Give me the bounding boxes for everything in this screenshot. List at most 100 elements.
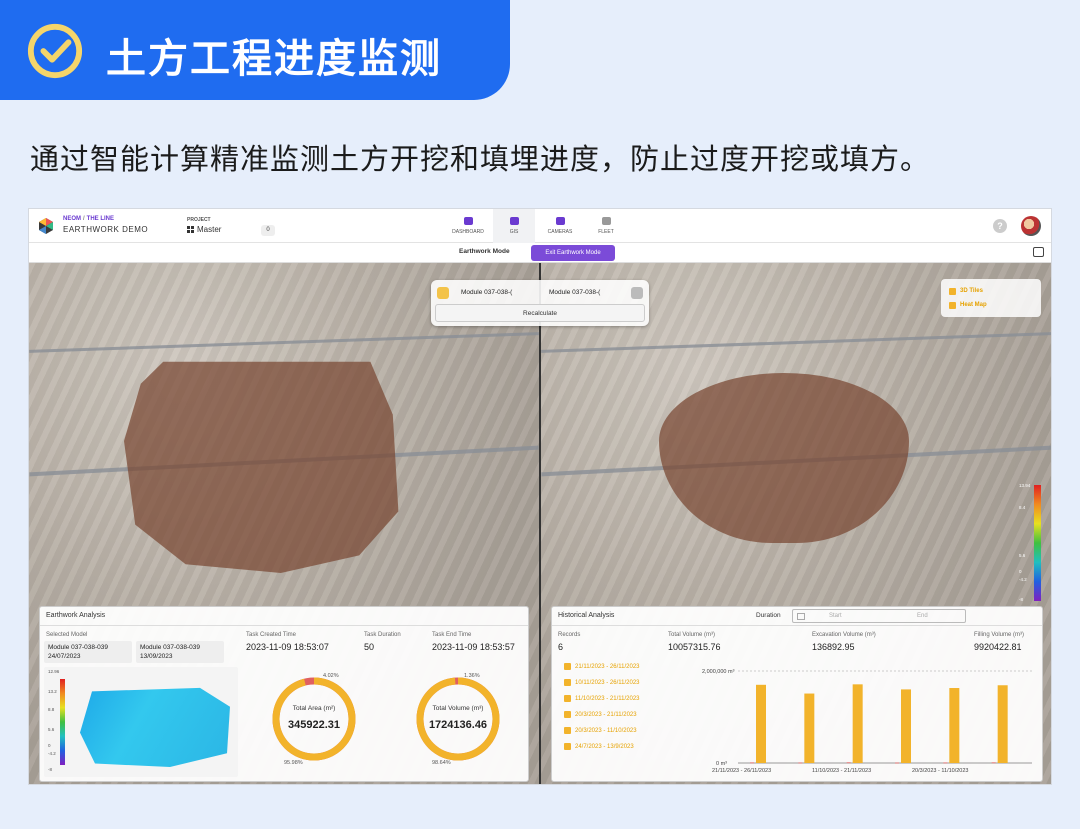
bar[interactable] [756, 684, 766, 763]
record-item[interactable]: 24/7/2023 - 13/9/2023 [564, 743, 634, 750]
bar[interactable] [949, 688, 960, 763]
earthwork-analysis-panel: Earthwork Analysis Selected Model Module… [39, 606, 529, 782]
record-item[interactable]: 20/3/2023 - 11/10/2023 [564, 727, 637, 734]
record-item[interactable]: 10/11/2023 - 26/11/2023 [564, 679, 640, 686]
tab-fleet[interactable]: FLEET [585, 209, 627, 243]
legend-tick: 5.6 [48, 727, 55, 732]
toggle-heat-map[interactable]: Heat Map [949, 298, 1033, 312]
elevation-legend [1034, 485, 1041, 601]
excavation-label: Excavation Volume (m³) [812, 632, 876, 638]
record-item[interactable]: 20/3/2023 - 21/11/2023 [564, 711, 637, 718]
preview-legend [60, 679, 65, 765]
panel-title: Historical Analysis [558, 612, 615, 619]
comment-icon[interactable] [1033, 247, 1044, 257]
breadcrumb[interactable]: NEOM / THE LINE [63, 216, 114, 222]
bar[interactable] [901, 689, 911, 763]
bar[interactable] [804, 693, 815, 763]
toggle-3d-tiles[interactable]: 3D Tiles [949, 284, 1033, 298]
mode-bar: Earthwork Mode Exit Earthwork Mode [29, 243, 1051, 263]
title-banner: 土方工程进度监测 [0, 0, 510, 100]
historical-analysis-panel: Historical Analysis Duration Start End R… [551, 606, 1043, 782]
map-icon [509, 217, 519, 225]
bar[interactable] [750, 762, 754, 764]
mode-label: Earthwork Mode [459, 248, 510, 255]
volume-label: Total Volume (m³) [432, 705, 484, 712]
neom-logo-icon [39, 218, 53, 234]
bar[interactable] [991, 762, 996, 764]
bar[interactable] [997, 685, 1008, 763]
model-select-b[interactable]: Module 037-038-( [549, 289, 600, 296]
app-title: EARTHWORK DEMO [63, 225, 149, 234]
grid-icon [187, 226, 194, 233]
record-item[interactable]: 21/11/2023 - 26/11/2023 [564, 663, 640, 670]
duration-label: Duration [756, 612, 781, 619]
dashboard-icon [463, 217, 473, 225]
task-duration-label: Task Duration [364, 632, 401, 638]
tab-gis[interactable]: GIS [493, 209, 535, 243]
total-volume-label: Total Volume (m³) [668, 632, 716, 638]
legend-tick: 13.94 [1019, 483, 1031, 488]
tab-dashboard[interactable]: DASHBOARD [447, 209, 489, 243]
app-header: NEOM / THE LINE EARTHWORK DEMO PROJECT Mas… [29, 209, 1051, 243]
task-end-label: Task End Time [432, 632, 472, 638]
checkbox-icon [564, 743, 571, 750]
banner-title: 土方工程进度监测 [106, 36, 442, 82]
project-label: PROJECT [187, 217, 211, 223]
volume-bar-chart: 2,000,000 m³ 0 m³21/11/2023 - 26/11/2023 1… [702, 669, 1032, 774]
legend-tick: 5.6 [1019, 553, 1026, 558]
panel-title: Earthwork Analysis [46, 612, 106, 619]
records-value: 6 [558, 642, 564, 652]
x-tick-label: 21/11/2023 - 26/11/2023 [712, 768, 771, 774]
x-tick-label: 20/3/2023 - 11/10/2023 [912, 768, 968, 774]
avatar[interactable] [1021, 216, 1041, 236]
project-selector[interactable]: Master [187, 225, 221, 234]
exit-earthwork-mode-button[interactable]: Exit Earthwork Mode [531, 245, 615, 261]
camera-icon [555, 217, 565, 225]
recalculate-button[interactable]: Recalculate [435, 304, 645, 322]
legend-tick: 13.2 [48, 689, 57, 694]
bar[interactable] [895, 762, 899, 764]
cube-icon[interactable] [631, 287, 643, 299]
legend-tick: 12.96 [48, 669, 60, 674]
checkbox-icon [949, 287, 956, 295]
checkbox-icon [564, 711, 571, 718]
bar[interactable] [943, 762, 948, 764]
model-preview[interactable]: 12.96 13.2 8.8 5.6 0 -4.2 -8 [44, 667, 238, 777]
tab-cameras[interactable]: CAMERAS [539, 209, 581, 243]
model-card-a[interactable]: Module 037-038-039 24/07/2023 [44, 641, 132, 663]
volume-pct-bottom: 98.64% [432, 760, 451, 766]
legend-tick: -8 [1019, 597, 1024, 602]
layer-icon[interactable] [437, 287, 449, 299]
bar[interactable] [852, 684, 863, 763]
checkbox-icon [564, 695, 571, 702]
checkbox-icon [564, 663, 571, 670]
model-compare-control: Module 037-038-( Module 037-038-( Recalc… [431, 280, 649, 326]
checkbox-icon [564, 727, 571, 734]
record-item[interactable]: 11/10/2023 - 21/11/2023 [564, 695, 640, 702]
area-value: 345922.31 [288, 719, 340, 731]
filling-value: 9920422.81 [974, 642, 1022, 652]
task-created-label: Task Created Time [246, 632, 297, 638]
truck-icon [601, 217, 611, 225]
bar[interactable] [846, 762, 851, 764]
total-volume-value: 10057315.76 [668, 642, 721, 652]
legend-tick: -4.2 [1019, 577, 1027, 582]
task-created-value: 2023-11-09 18:53:07 [246, 642, 329, 652]
help-button[interactable]: ? [993, 219, 1007, 233]
bar[interactable] [798, 762, 803, 764]
app-screenshot: NEOM / THE LINE EARTHWORK DEMO PROJECT Mas… [28, 208, 1052, 785]
calendar-icon [797, 613, 805, 620]
checkbox-icon [564, 679, 571, 686]
legend-tick: 8.8 [48, 707, 55, 712]
terrain-mesh [80, 687, 230, 767]
area-pct-top: 4.02% [323, 673, 339, 679]
volume-value: 1724136.46 [428, 719, 488, 731]
model-card-b[interactable]: Module 037-038-039 13/09/2023 [136, 641, 224, 663]
model-select-a[interactable]: Module 037-038-( [461, 289, 512, 296]
layer-toggle-panel: 3D Tiles Heat Map [941, 279, 1041, 317]
project-count-badge: 0 [261, 225, 275, 236]
check-circle-icon [27, 23, 83, 79]
legend-tick: -4.2 [48, 751, 56, 756]
duration-range-input[interactable]: Start End [792, 609, 966, 623]
task-duration-value: 50 [364, 642, 375, 652]
